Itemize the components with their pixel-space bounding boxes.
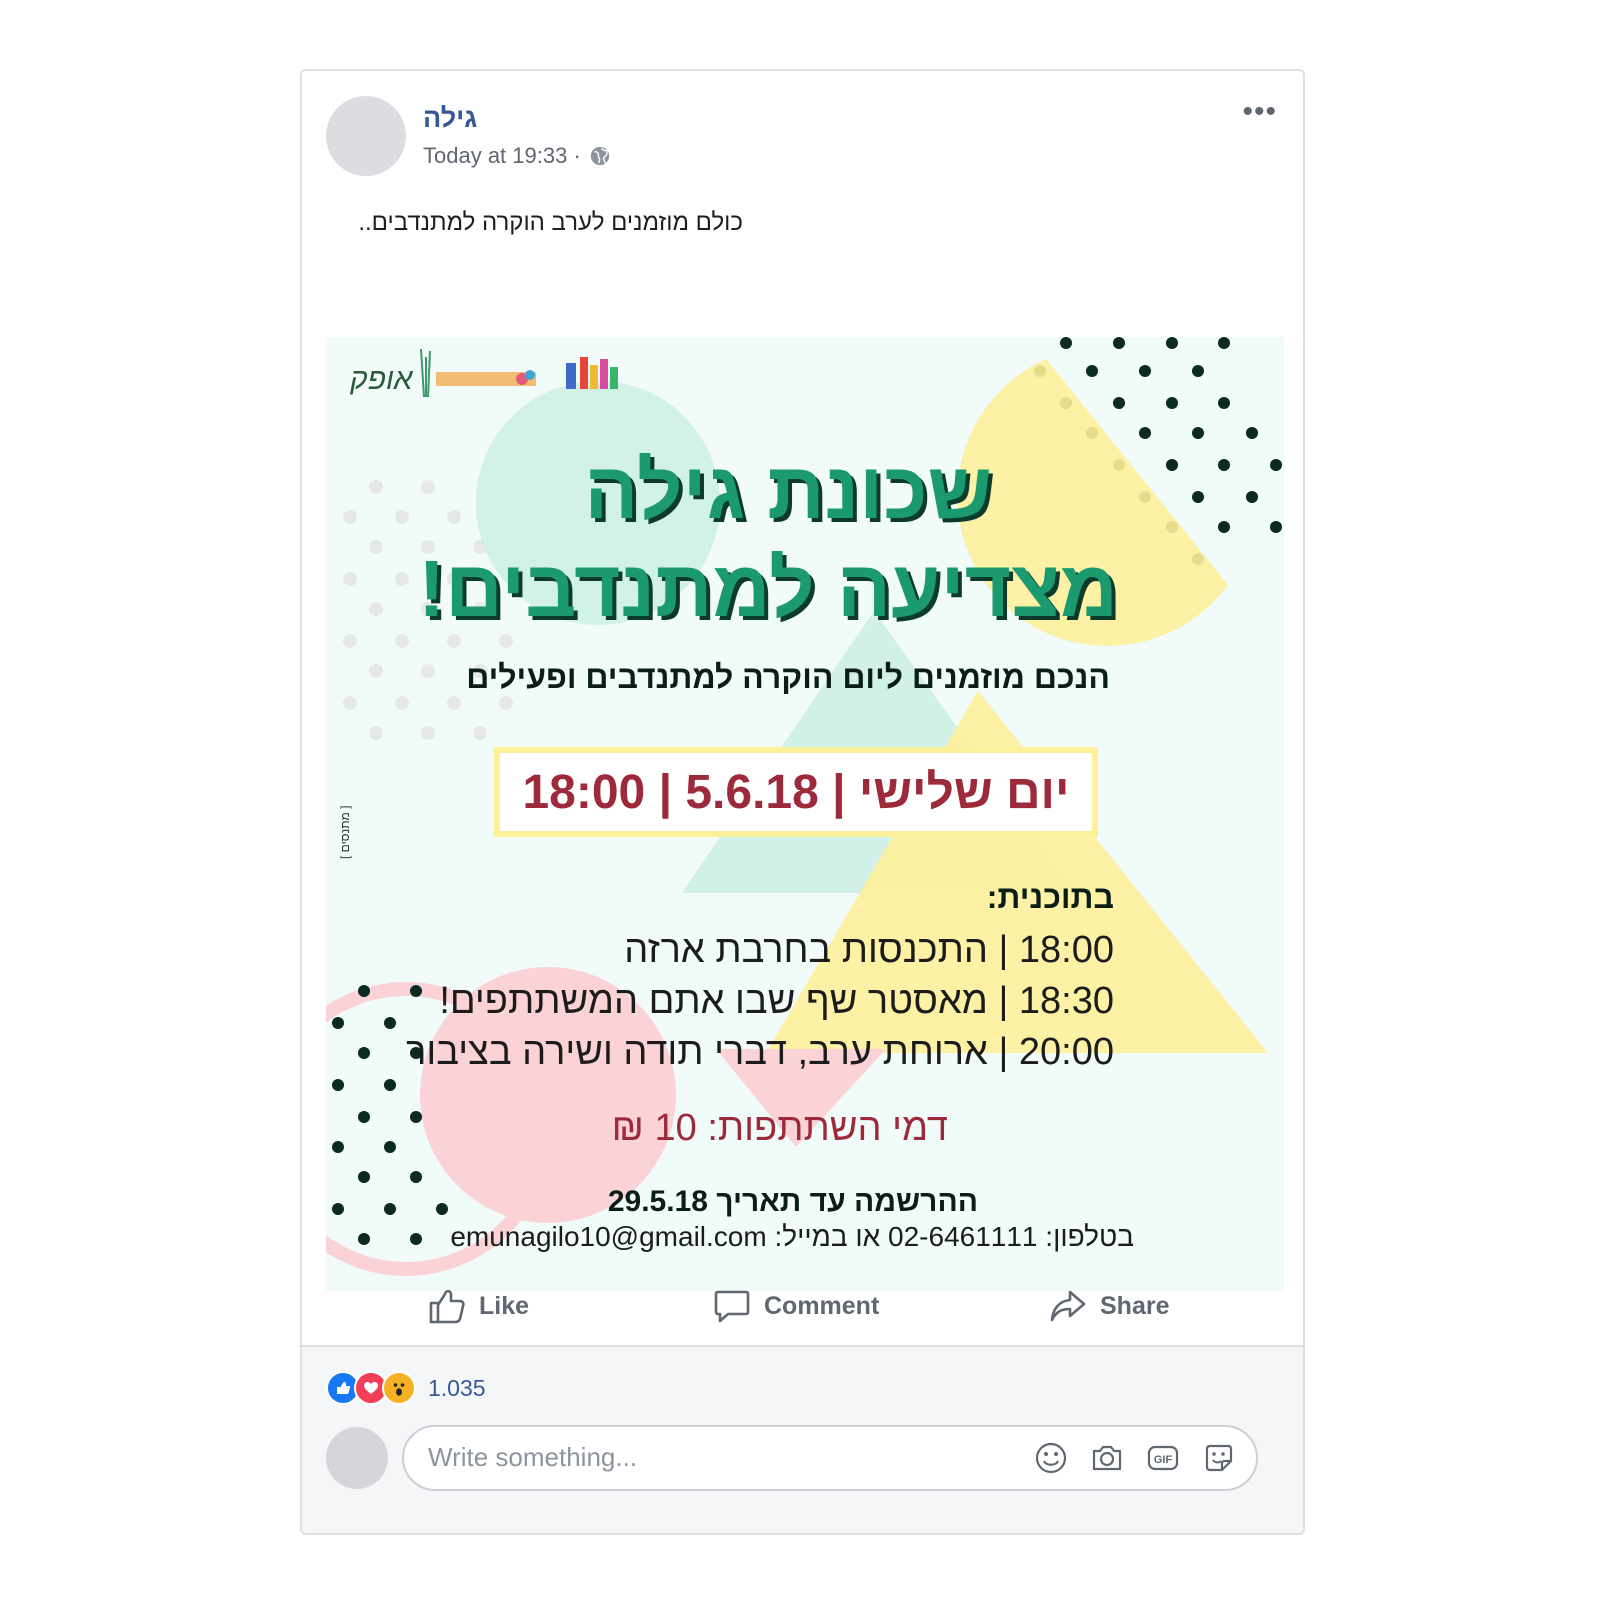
share-button[interactable]: Share xyxy=(1048,1286,1169,1326)
camera-icon[interactable] xyxy=(1090,1441,1124,1475)
post-text: כולם מוזמנים לערב הוקרה למתנדבים.. xyxy=(358,209,743,236)
wow-reaction-icon xyxy=(382,1371,416,1405)
comment-box[interactable]: GIF xyxy=(402,1425,1258,1491)
poster-date-box: יום שלישי | 5.6.18 | 18:00 xyxy=(494,747,1098,837)
author-name[interactable]: גילה xyxy=(423,103,477,134)
post-timestamp[interactable]: Today at 19:33 · xyxy=(423,143,581,169)
post-footer: 1.035 GIF xyxy=(302,1345,1303,1533)
like-label: Like xyxy=(479,1291,530,1320)
share-arrow-icon xyxy=(1050,1290,1086,1322)
author-avatar[interactable] xyxy=(326,96,406,176)
thumbs-up-icon xyxy=(429,1289,465,1324)
globe-icon xyxy=(590,146,609,166)
commenter-avatar xyxy=(326,1427,388,1489)
program-item: 18:30 | מאסטר שף שבו אתם המשתתפים! xyxy=(439,980,1114,1022)
poster-title-line2: מצדיעה למתנדבים! xyxy=(418,544,1118,633)
share-label: Share xyxy=(1100,1291,1170,1320)
poster-subtitle: הנכם מוזמנים ליום הוקרה למתנדבים ופעילים xyxy=(466,659,1110,695)
sticker-icon[interactable] xyxy=(1202,1441,1236,1475)
reaction-count: 1.035 xyxy=(428,1374,486,1401)
poster-date: יום שלישי | 5.6.18 | 18:00 xyxy=(522,765,1070,819)
comment-input[interactable] xyxy=(426,1441,990,1474)
emoji-icon[interactable] xyxy=(1034,1441,1068,1475)
comment-tools: GIF xyxy=(1034,1441,1236,1475)
post-actions: Like Comment Share xyxy=(302,1271,1303,1341)
registration-deadline: ההרשמה עד תאריך 29.5.18 xyxy=(607,1185,978,1218)
contact-info: בטלפון: 02-6461111 או במייל: emunagilo10… xyxy=(450,1221,1134,1252)
poster-title-line1: שכונת גילה xyxy=(584,446,992,535)
vertical-tag: [ מתנסים ] xyxy=(338,805,352,859)
program-item: 20:00 | ארוחת ערב, דברי תודה ושירה בציבו… xyxy=(406,1031,1114,1073)
post-meta: Today at 19:33 · xyxy=(423,143,611,169)
post-options-button[interactable]: ••• xyxy=(1242,95,1277,129)
program-item: 18:00 | התכנסות בחרבת ארזה xyxy=(624,929,1114,971)
program-title: בתוכנית: xyxy=(986,879,1114,915)
comment-icon xyxy=(714,1290,750,1323)
gif-icon[interactable]: GIF xyxy=(1146,1441,1180,1475)
post-image[interactable]: אופק שכונת גילה מצדיעה למתנדבים! הנכם מו… xyxy=(326,337,1284,1291)
participation-fee: דמי השתתפות: 10 ₪ xyxy=(611,1107,948,1149)
comment-label: Comment xyxy=(764,1291,880,1320)
svg-text:GIF: GIF xyxy=(1154,1454,1173,1466)
reactions-summary[interactable]: 1.035 xyxy=(326,1371,486,1405)
like-button[interactable]: Like xyxy=(427,1286,529,1326)
comment-button[interactable]: Comment xyxy=(712,1286,879,1326)
okef-logo: אופק xyxy=(350,363,413,396)
post-card: גילה Today at 19:33 · ••• כולם מוזמנים ל… xyxy=(300,69,1305,1535)
